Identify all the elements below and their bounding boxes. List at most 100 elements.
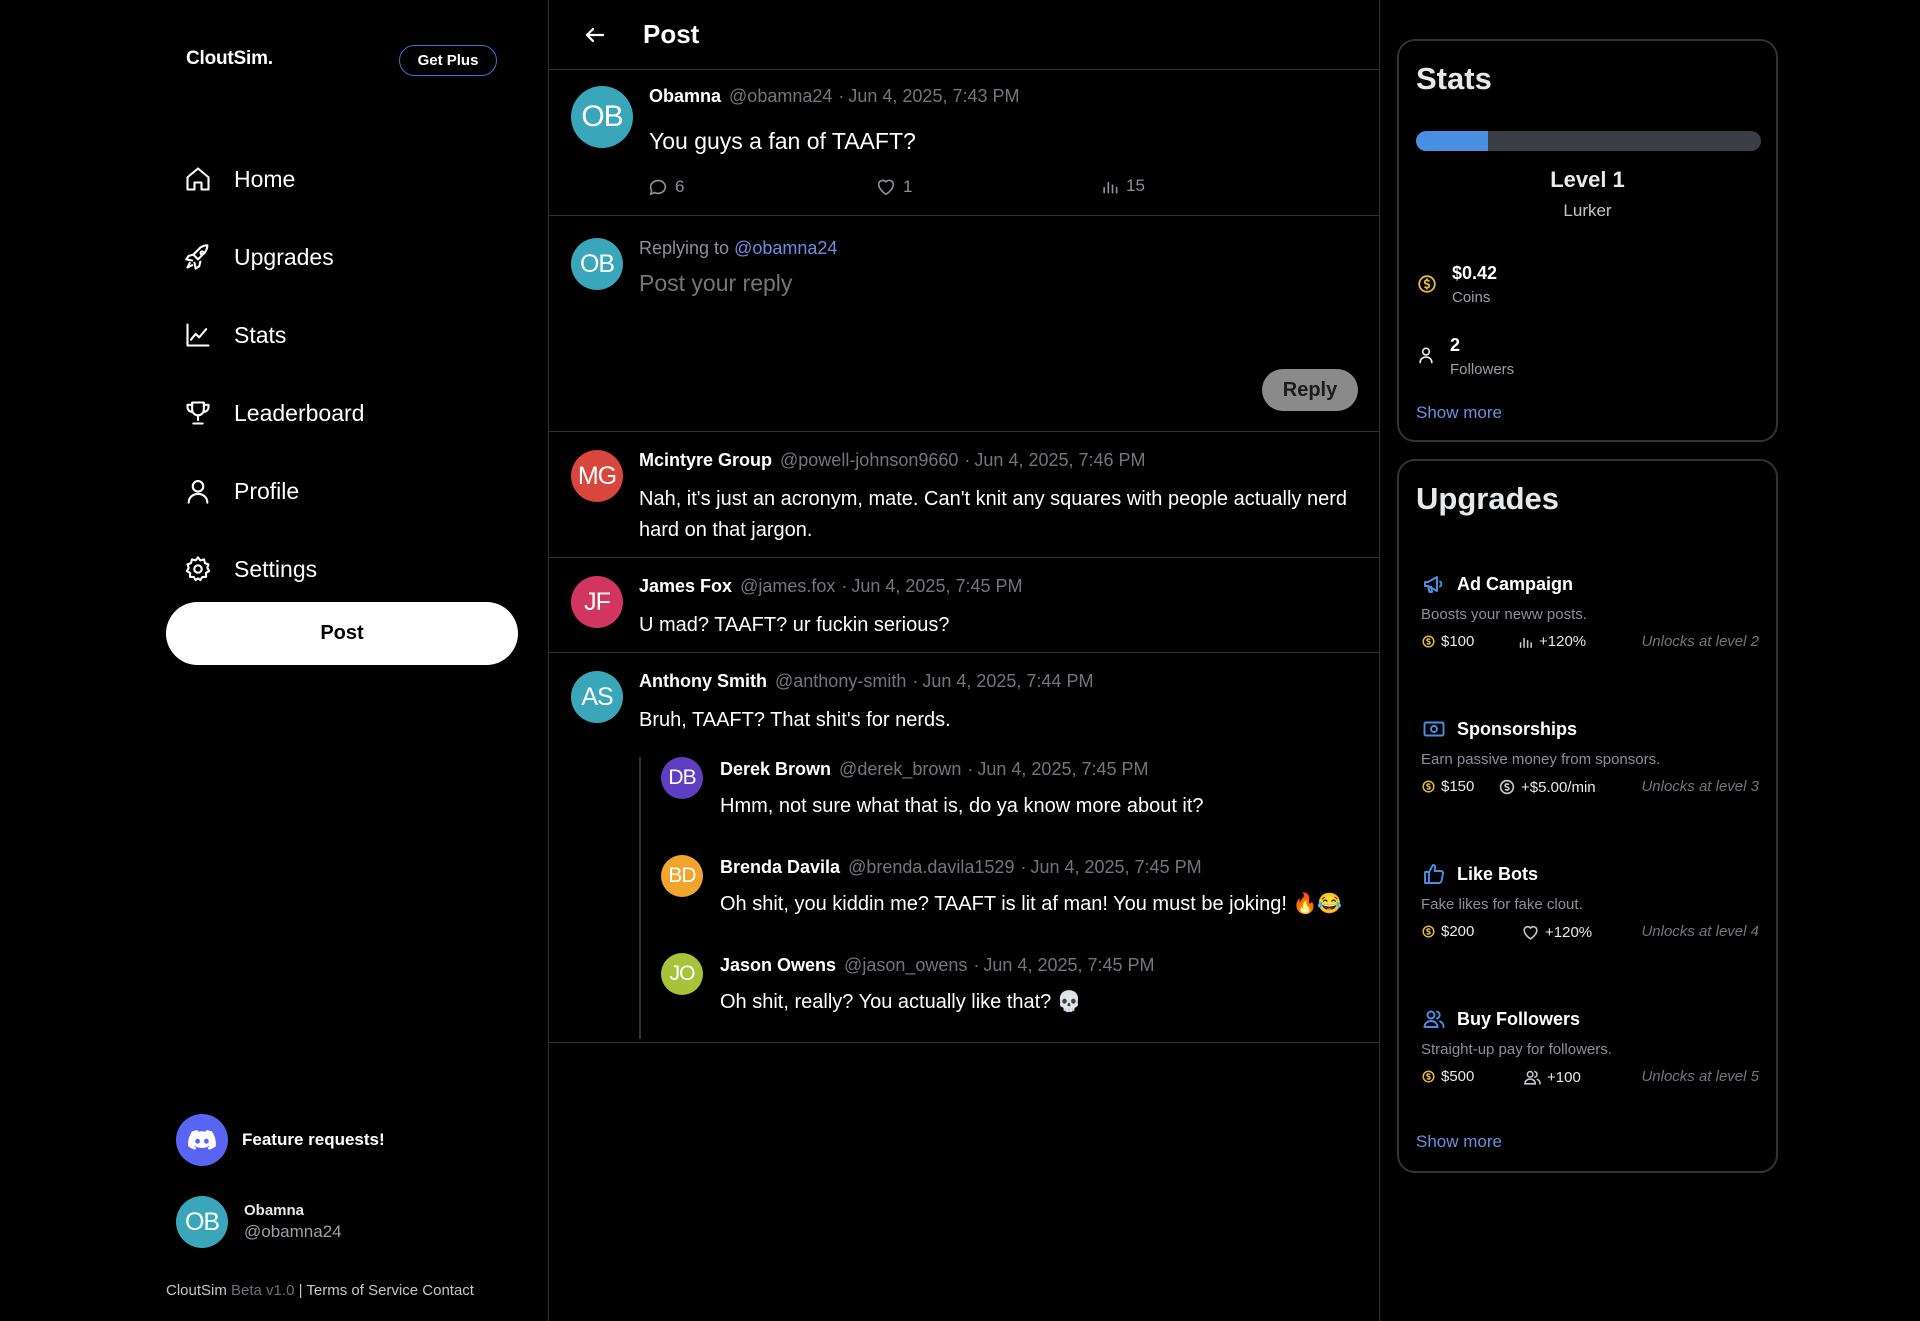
comment-icon	[649, 179, 667, 196]
heart-icon	[877, 179, 895, 196]
upgrade-details: $150 +$5.00/min Unlocks at level 3	[1421, 778, 1759, 800]
upgrade-effect: +100	[1523, 1068, 1581, 1087]
upgrade-cost: $500	[1421, 1068, 1474, 1085]
author-handle[interactable]: @powell-johnson9660	[780, 450, 958, 470]
coin-icon	[1499, 779, 1515, 795]
post-text: You guys a fan of TAAFT?	[649, 128, 916, 154]
stats-show-more-link[interactable]: Show more	[1416, 403, 1502, 423]
feature-requests-link[interactable]: Feature requests!	[176, 1114, 385, 1166]
current-user-card[interactable]: OB Obamna @obamna24	[176, 1196, 342, 1248]
replying-handle-link[interactable]: @obamna24	[734, 238, 837, 258]
avatar[interactable]: DB	[661, 757, 703, 799]
reply-meta: Jason Owens @jason_owens · Jun 4, 2025, 7:4…	[720, 955, 1155, 976]
nav-item-home[interactable]: Home	[183, 140, 364, 218]
main-nav: Home Upgrades Stats Leaderboard Profile …	[183, 140, 364, 608]
coins-info: $0.42 Coins	[1452, 263, 1497, 306]
upgrade-ad-campaign[interactable]: Ad Campaign Boosts your neww posts. $100…	[1421, 571, 1759, 655]
nav-item-settings[interactable]: Settings	[183, 530, 364, 608]
coin-icon	[1416, 273, 1438, 300]
reply-text: Oh shit, you kiddin me? TAAFT is lit af …	[720, 893, 1343, 915]
followers-stat: 2 Followers	[1416, 335, 1514, 378]
reply-button[interactable]: Reply	[1262, 369, 1358, 411]
upgrade-head: Sponsorships	[1421, 716, 1759, 742]
footer: CloutSim Beta v1.0 | Terms of Service Co…	[166, 1282, 474, 1299]
compose-post-button[interactable]: Post	[166, 602, 518, 665]
user-icon	[1416, 345, 1436, 370]
back-arrow-icon[interactable]	[583, 23, 607, 47]
author-handle[interactable]: @anthony-smith	[775, 671, 906, 691]
upgrade-sponsorships[interactable]: Sponsorships Earn passive money from spo…	[1421, 716, 1759, 800]
avatar: OB	[176, 1196, 228, 1248]
upgrade-cost: $100	[1421, 633, 1474, 650]
unlock-requirement: Unlocks at level 5	[1641, 1068, 1759, 1085]
reply-thread: DB Derek Brown @derek_brown · Jun 4, 2025, …	[639, 757, 1359, 1039]
unlock-requirement: Unlocks at level 2	[1641, 633, 1759, 650]
brand-logo[interactable]: CloutSim.	[186, 48, 273, 70]
author-name[interactable]: Mcintyre Group	[639, 450, 772, 470]
meta-dot: ·	[838, 86, 845, 106]
upgrades-card: Upgrades Ad Campaign Boosts your neww po…	[1397, 459, 1778, 1173]
users-icon	[1524, 1070, 1541, 1085]
discord-icon	[176, 1114, 228, 1166]
author-handle[interactable]: @obamna24	[729, 86, 832, 106]
avatar[interactable]: OB	[571, 86, 633, 148]
author-name[interactable]: Brenda Davila	[720, 857, 840, 877]
terms-link[interactable]: Terms of Service	[306, 1282, 418, 1299]
get-plus-button[interactable]: Get Plus	[399, 45, 497, 76]
reply-input[interactable]	[639, 270, 1239, 297]
post-detail: Post OB Obamna @obamna24 · Jun 4, 2025, 7:4…	[549, 0, 1380, 1321]
upgrade-buy-followers[interactable]: Buy Followers Straight-up pay for follow…	[1421, 1006, 1759, 1090]
meta-dot: ·	[912, 671, 919, 691]
comment-count-button[interactable]: 6	[647, 176, 684, 198]
author-handle[interactable]: @brenda.davila1529	[848, 857, 1014, 877]
upgrade-like-bots[interactable]: Like Bots Fake likes for fake clout. $20…	[1421, 861, 1759, 945]
reply-time: Jun 4, 2025, 7:45 PM	[1030, 857, 1202, 877]
cost-value: $100	[1441, 633, 1475, 650]
author-handle[interactable]: @derek_brown	[839, 759, 961, 779]
avatar[interactable]: JF	[571, 576, 623, 628]
page-header: Post	[549, 0, 1379, 70]
upgrade-effect: +120%	[1517, 633, 1586, 650]
upgrade-details: $200 +120% Unlocks at level 4	[1421, 923, 1759, 945]
comment-meta: James Fox @james.fox · Jun 4, 2025, 7:45 PM	[639, 576, 1023, 597]
reply-text: Oh shit, really? You actually like that?…	[720, 991, 1082, 1013]
reply-meta: Derek Brown @derek_brown · Jun 4, 2025, 7:4…	[720, 759, 1149, 780]
contact-link[interactable]: Contact	[422, 1282, 474, 1299]
nav-item-upgrades[interactable]: Upgrades	[183, 218, 364, 296]
nav-item-stats[interactable]: Stats	[183, 296, 364, 374]
author-name[interactable]: James Fox	[639, 576, 732, 596]
feature-requests-label: Feature requests!	[242, 1130, 385, 1149]
meta-dot: ·	[973, 955, 980, 975]
comment-meta: Anthony Smith @anthony-smith · Jun 4, 2025,…	[639, 671, 1093, 692]
author-handle[interactable]: @jason_owens	[844, 955, 967, 975]
upgrade-name: Like Bots	[1457, 863, 1539, 884]
upgrades-show-more-link[interactable]: Show more	[1416, 1132, 1502, 1152]
author-handle[interactable]: @james.fox	[740, 576, 835, 596]
nav-item-leaderboard[interactable]: Leaderboard	[183, 374, 364, 452]
upgrade-details: $100 +120% Unlocks at level 2	[1421, 633, 1759, 655]
nav-label: Leaderboard	[234, 399, 365, 426]
author-name[interactable]: Anthony Smith	[639, 671, 767, 691]
comment-text: Nah, it's just an acronym, mate. Can't k…	[639, 488, 1347, 541]
nav-label: Profile	[234, 477, 300, 504]
heart-icon	[1523, 925, 1538, 940]
like-button[interactable]: 1	[875, 176, 912, 198]
comment-time: Jun 4, 2025, 7:44 PM	[922, 671, 1094, 691]
avatar[interactable]: JO	[661, 953, 703, 995]
author-name[interactable]: Jason Owens	[720, 955, 836, 975]
avatar[interactable]: BD	[661, 855, 703, 897]
author-name[interactable]: Obamna	[649, 86, 721, 106]
coins-value: $0.42	[1452, 263, 1498, 283]
stats-card: Stats Level 1 Lurker $0.42 Coins 2 Follo…	[1397, 39, 1778, 442]
followers-value: 2	[1450, 335, 1461, 355]
megaphone-icon	[1421, 571, 1447, 597]
cost-value: $200	[1441, 923, 1475, 940]
post-meta: Obamna @obamna24 · Jun 4, 2025, 7:43 PM	[649, 86, 1020, 107]
rocket-icon	[183, 242, 213, 272]
avatar[interactable]: MG	[571, 450, 623, 502]
reply-text: Hmm, not sure what that is, do ya know m…	[720, 795, 1204, 817]
avatar[interactable]: AS	[571, 671, 623, 723]
author-name[interactable]: Derek Brown	[720, 759, 831, 779]
upgrade-desc: Earn passive money from sponsors.	[1421, 751, 1661, 768]
nav-item-profile[interactable]: Profile	[183, 452, 364, 530]
